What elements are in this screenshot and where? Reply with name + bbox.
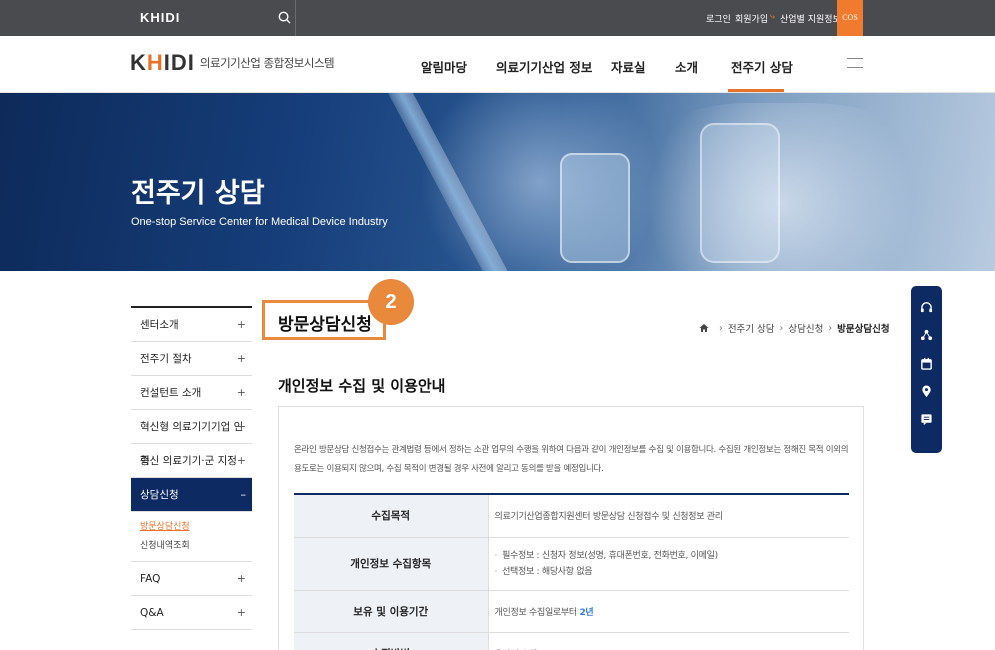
headset-icon[interactable] [920,301,933,314]
nav-consulting[interactable]: 전주기 상담 [731,57,793,76]
search-icon[interactable] [278,11,291,24]
table-row: 수집방법 온라인 수집 [294,632,849,650]
top-utility-bar: KHIDI 로그인 회원가입 ⤷ 산업별 지원정보 COS [0,0,995,36]
sidebar-item-center[interactable]: 센터소개 + [131,308,252,342]
sidebar-item-certification[interactable]: 혁신형 의료기기기업 인증 + [131,410,252,467]
sidebar-subitem-history[interactable]: 신청내역조회 [140,537,252,556]
sidebar-item-faq[interactable]: FAQ + [131,562,252,596]
sidebar-item-consultant[interactable]: 컨설턴트 소개 + [131,376,252,410]
collapse-icon: – [240,488,247,501]
breadcrumb: › 전주기 상담 › 상담신청 › 방문상담신청 [699,321,890,335]
nav-active-indicator [728,89,784,92]
quick-menu [911,286,942,453]
topbar-divider [295,0,296,36]
chat-icon[interactable] [920,413,933,426]
cos-button[interactable]: COS [837,0,863,36]
location-icon[interactable] [920,385,933,398]
items-value: 필수정보 : 신청자 정보(성명, 휴대폰번호, 전화번호, 이메일) 선택정보… [488,537,850,591]
nav-about[interactable]: 소개 [675,57,698,76]
breadcrumb-item[interactable]: 상담신청 [788,321,823,335]
expand-icon: + [236,420,246,433]
step-badge: 2 [368,279,414,325]
retention-label: 보유 및 이용기간 [294,590,489,633]
expand-icon: + [236,572,246,585]
sidebar-item-consult-apply[interactable]: 상담신청 – [131,478,252,512]
page-title: 방문상담신청 [278,315,372,335]
privacy-panel: 온라인 방문상담 신청접수는 관계법령 등에서 정하는 소관 업무의 수행을 위… [278,406,864,650]
hero-title: 전주기 상담 [131,178,265,209]
hero-glow-2 [620,103,940,271]
test-tube-image [700,123,780,263]
hero-subtitle: One-stop Service Center for Medical Devi… [131,216,388,228]
system-name: 의료기기산업 종합정보시스템 [199,56,335,70]
join-link[interactable]: 회원가입 [735,12,768,25]
calendar-icon[interactable] [920,357,933,370]
sidebar-subitem-visit-apply[interactable]: 방문상담신청 [140,518,252,537]
hero-banner: 전주기 상담 One-stop Service Center for Medic… [0,93,995,271]
main-header: KHIDI 의료기기산업 종합정보시스템 알림마당 의료기기산업 정보 자료실 … [0,36,995,93]
topbar-logo[interactable]: KHIDI [140,10,180,25]
table-row: 개인정보 수집항목 필수정보 : 신청자 정보(성명, 휴대폰번호, 전화번호,… [294,537,850,591]
share-icon: ⤷ [770,12,776,22]
breadcrumb-item[interactable]: 전주기 상담 [728,321,775,335]
privacy-notice: 온라인 방문상담 신청접수는 관계법령 등에서 정하는 소관 업무의 수행을 위… [294,445,849,474]
sidebar-item-designation[interactable]: 혁신 의료기기·군 지정 + [131,444,252,478]
purpose-label: 수집목적 [294,494,489,538]
section-title: 개인정보 수집 및 이용안내 [278,377,446,395]
sidebar-item-procedure[interactable]: 전주기 절차 + [131,342,252,376]
expand-icon: + [236,606,246,619]
menu-icon[interactable] [847,58,863,68]
network-icon[interactable] [920,329,933,342]
nav-library[interactable]: 자료실 [611,57,646,76]
expand-icon: + [236,386,246,399]
sidebar-nav: 센터소개 + 전주기 절차 + 컨설턴트 소개 + 혁신형 의료기기기업 인증 + 혁신… [131,306,252,630]
breadcrumb-separator: › [779,322,784,334]
breadcrumb-separator: › [828,322,833,334]
nav-notice[interactable]: 알림마당 [421,57,467,76]
vial-image [560,153,630,263]
items-label: 개인정보 수집항목 [294,537,489,591]
home-icon[interactable] [699,323,709,333]
login-link[interactable]: 로그인 [706,12,731,25]
purpose-value: 의료기기산업종합지원센터 방문상담 신청접수 및 신청정보 관리 [488,494,849,538]
expand-icon: + [236,454,246,467]
breadcrumb-current: 방문상담신청 [837,324,890,335]
retention-value: 개인정보 수집일로부터 2년 [488,590,849,633]
industry-support-link[interactable]: 산업별 지원정보 [780,12,841,25]
method-value: 온라인 수집 [488,632,849,650]
expand-icon: + [236,318,246,331]
brand-logo[interactable]: KHIDI 의료기기산업 종합정보시스템 [130,50,335,76]
table-row: 수집목적 의료기기산업종합지원센터 방문상담 신청접수 및 신청정보 관리 [294,494,849,538]
breadcrumb-separator: › [719,322,723,334]
brand-mark: KHIDI [130,50,195,75]
privacy-table: 수집목적 의료기기산업종합지원센터 방문상담 신청접수 및 신청정보 관리 개인… [294,493,849,650]
list-item: 선택정보 : 해당사항 없음 [495,564,850,580]
table-row: 보유 및 이용기간 개인정보 수집일로부터 2년 [294,590,849,633]
list-item: 필수정보 : 신청자 정보(성명, 휴대폰번호, 전화번호, 이메일) [495,548,850,564]
method-label: 수집방법 [294,632,489,650]
nav-industry-info[interactable]: 의료기기산업 정보 [496,57,592,76]
sidebar-item-qna[interactable]: Q&A + [131,596,252,630]
sidebar-submenu: 방문상담신청 신청내역조회 [131,512,252,562]
expand-icon: + [236,352,246,365]
